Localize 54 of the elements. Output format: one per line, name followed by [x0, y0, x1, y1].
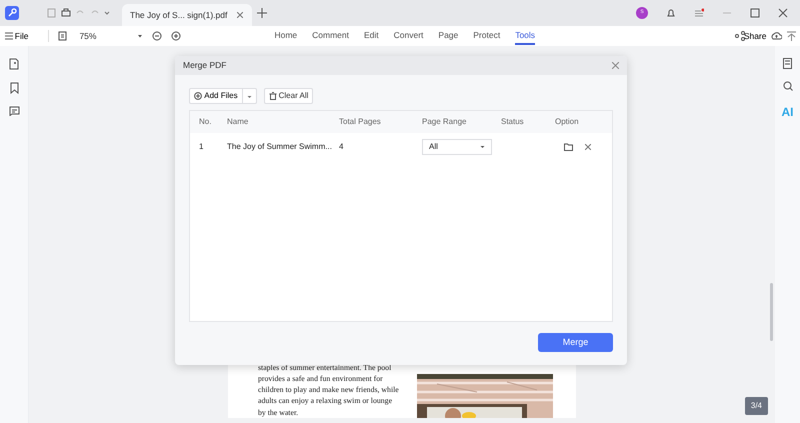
column-header: No.	[199, 116, 212, 128]
table-cell-text: The Joy of Summer Swimm...	[227, 141, 333, 153]
print-icon[interactable]	[60, 8, 70, 18]
close-icon[interactable]	[585, 144, 591, 150]
zoom-out-icon[interactable]	[152, 31, 162, 41]
table-cell-text: 4	[339, 141, 344, 153]
scrollbar[interactable]	[770, 283, 773, 341]
share-icon	[735, 31, 746, 41]
maximize-icon[interactable]	[750, 8, 760, 18]
toolbar-tab[interactable]: Convert	[394, 26, 424, 46]
zoom-dropdown[interactable]: 75%	[79, 30, 144, 42]
trash-icon	[268, 92, 277, 100]
close-icon[interactable]	[237, 12, 244, 18]
dialog-title: Merge PDF	[183, 59, 226, 72]
toolbar-tab[interactable]: Page	[438, 26, 458, 46]
properties-icon[interactable]	[783, 58, 792, 69]
column-header: Name	[227, 116, 250, 128]
page-range-select[interactable]: All	[422, 139, 492, 155]
caret-icon	[246, 94, 252, 98]
page-counter: 3/4	[744, 397, 768, 415]
add-tab-icon[interactable]	[256, 8, 266, 18]
bell-icon[interactable]	[666, 8, 676, 18]
caret-icon	[480, 145, 485, 149]
menu-icon	[4, 32, 12, 40]
close-icon[interactable]	[778, 8, 788, 18]
clear-all-button[interactable]: Clear All	[264, 88, 314, 104]
document-tab[interactable]: The Joy of S... sign(1).pdf	[122, 4, 252, 26]
search-icon[interactable]	[782, 81, 792, 91]
menu-icon[interactable]	[694, 8, 704, 18]
table-cell-text: 1	[199, 141, 204, 153]
column-header: Total Pages	[339, 116, 382, 128]
page-view-icon[interactable]	[58, 31, 68, 41]
app-logo-icon[interactable]	[4, 6, 18, 20]
bookmark-icon[interactable]	[10, 82, 18, 94]
comment-icon[interactable]	[8, 106, 20, 116]
toolbar-tab[interactable]: Protect	[473, 26, 500, 46]
column-header: Page Range	[422, 116, 468, 128]
collapse-icon[interactable]	[786, 31, 796, 41]
column-header: Option	[555, 116, 580, 128]
caret-icon[interactable]	[104, 10, 110, 16]
add-circle-icon	[194, 92, 202, 100]
share-button[interactable]: Share	[744, 30, 766, 42]
toolbar-tab[interactable]: Home	[274, 26, 298, 46]
zoom-in-icon[interactable]	[171, 31, 182, 41]
toolbar-tab[interactable]: Comment	[312, 26, 349, 46]
column-header: Status	[501, 116, 525, 128]
folder-icon[interactable]	[564, 143, 573, 151]
thumbnail-icon[interactable]	[9, 58, 19, 70]
merge-button[interactable]: Merge	[538, 333, 613, 352]
close-icon[interactable]	[612, 62, 619, 69]
file-menu[interactable]: File	[4, 30, 28, 42]
toolbar-tab[interactable]: Edit	[364, 26, 379, 46]
caret-icon	[137, 33, 144, 39]
cloud-upload-icon[interactable]	[771, 31, 782, 41]
